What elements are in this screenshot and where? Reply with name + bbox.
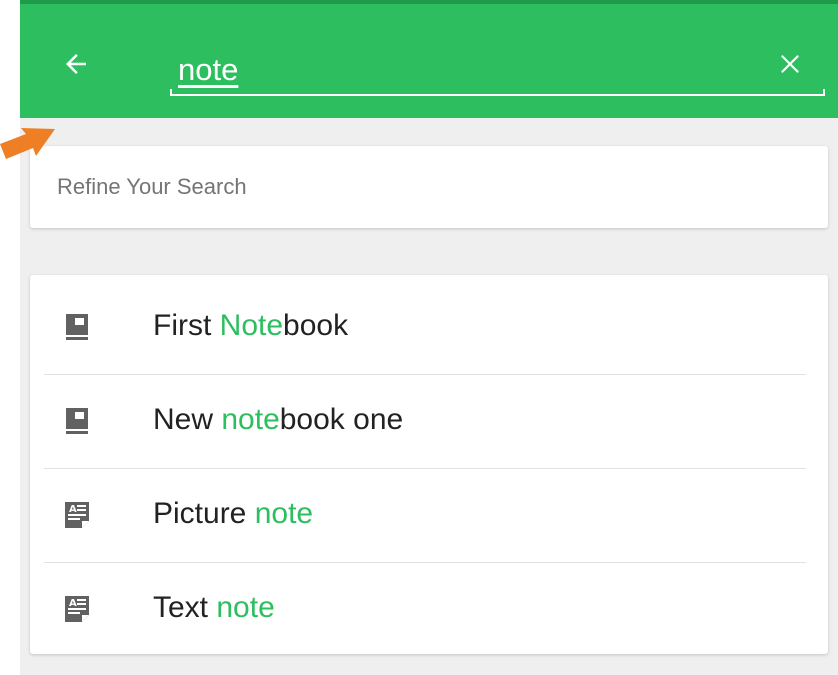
result-item-text-note[interactable]: A Text note — [30, 563, 828, 657]
result-item-new-notebook-one[interactable]: New notebook one — [30, 375, 828, 469]
result-item-first-notebook[interactable]: First Notebook — [30, 281, 828, 375]
match-highlight: note — [216, 591, 275, 624]
search-input[interactable] — [170, 48, 738, 92]
back-button[interactable] — [56, 44, 96, 84]
match-highlight: note — [221, 403, 280, 436]
svg-text:A: A — [69, 504, 77, 515]
clear-search-button[interactable] — [770, 44, 810, 84]
search-screen: Refine Your Search First Notebook New no… — [20, 0, 838, 675]
arrow-left-icon — [66, 54, 86, 74]
search-results-list: First Notebook New notebook one A Pictur… — [30, 275, 828, 654]
close-icon — [781, 55, 799, 73]
result-label: Text note — [153, 591, 275, 624]
notebook-icon — [66, 314, 88, 340]
svg-text:A: A — [69, 598, 77, 609]
search-field[interactable] — [170, 42, 825, 100]
refine-search-button[interactable]: Refine Your Search — [30, 146, 828, 228]
result-item-picture-note[interactable]: A Picture note — [30, 469, 828, 563]
result-label: New notebook one — [153, 403, 404, 436]
refine-search-label: Refine Your Search — [57, 174, 247, 199]
note-icon: A — [65, 596, 89, 622]
result-label: Picture note — [153, 497, 314, 530]
match-highlight: Note — [219, 309, 284, 342]
notebook-icon — [66, 408, 88, 434]
match-highlight: note — [254, 497, 314, 530]
search-field-underline — [170, 89, 825, 96]
note-icon: A — [65, 502, 89, 528]
search-app-bar — [20, 0, 838, 118]
result-label: First Notebook — [153, 309, 349, 342]
pointer-arrow-icon — [0, 128, 55, 159]
